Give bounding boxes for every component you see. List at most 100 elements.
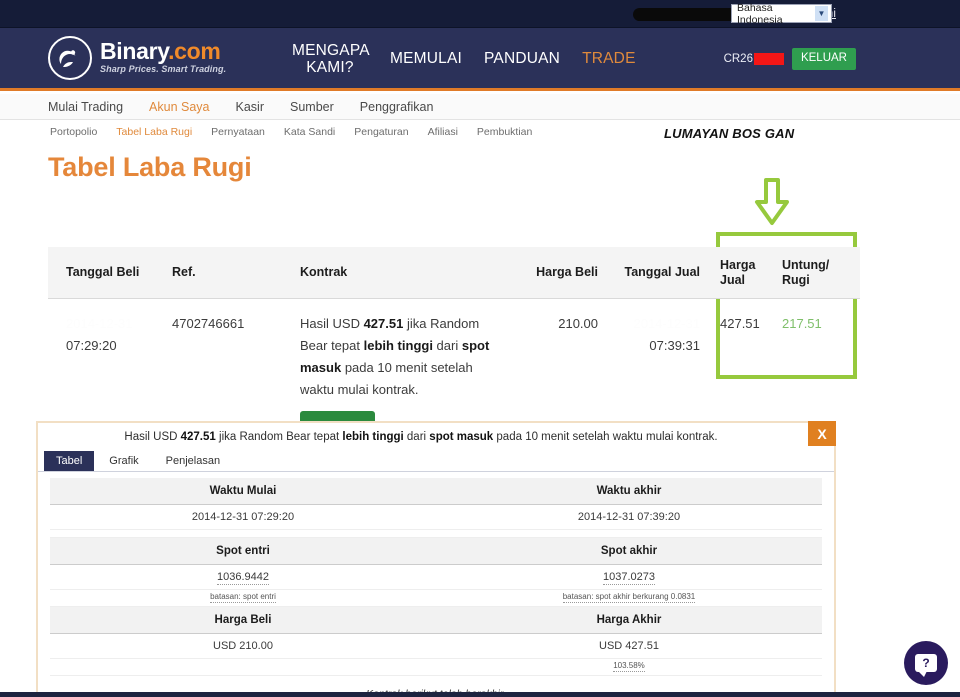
nav-item-panduan[interactable]: PANDUAN — [484, 50, 560, 68]
modal-title: Hasil USD 427.51 jika Random Bear tepat … — [38, 421, 836, 450]
modal-header-spot-akhir: Spot akhir — [600, 545, 658, 557]
brand-wordmark: Binary.com Sharp Prices. Smart Trading. — [100, 40, 226, 76]
account-id: CR26 — [723, 52, 784, 65]
modal-title-p1: Hasil USD — [124, 430, 181, 443]
modal-tab-bar: Tabel Grafik Penjelasan — [38, 450, 834, 472]
cell-kontrak-amount: 427.51 — [363, 316, 404, 331]
tertiary-navigation: Portopolio Tabel Laba Rugi Pernyataan Ka… — [0, 121, 960, 143]
subnav-item-akun-saya[interactable]: Akun Saya — [149, 100, 209, 114]
account-id-text: CR26 — [723, 52, 753, 65]
modal-value-spot: 1036.9442 1037.0273 — [50, 565, 822, 590]
subnav-item-penggrafikan[interactable]: Penggrafikan — [360, 100, 434, 114]
chevron-down-icon: ▼ — [815, 6, 828, 21]
table-header-ref: Ref. — [172, 265, 196, 279]
page-title: Tabel Laba Rugi — [48, 152, 252, 182]
cell-kontrak-p1: Hasil USD — [300, 316, 364, 331]
subnav-item-sumber[interactable]: Sumber — [290, 100, 334, 114]
table-header-untung-rugi-l2: Rugi — [782, 272, 810, 287]
modal-header-spot-entri: Spot entri — [216, 545, 270, 557]
main-navigation: MENGAPA KAMI? MEMULAI PANDUAN TRADE — [292, 42, 636, 76]
annotation-note: LUMAYAN BOS GAN — [664, 126, 795, 141]
tertnav-item-afiliasi[interactable]: Afiliasi — [428, 126, 458, 138]
modal-header-waktu-akhir: Waktu akhir — [596, 485, 662, 497]
table-header-harga-beli: Harga Beli — [536, 265, 598, 279]
binary-logo-icon — [48, 36, 92, 80]
modal-title-p3: dari — [403, 430, 430, 443]
modal-header-spot: Spot entri Spot akhir — [50, 538, 822, 565]
tertnav-item-tabel-laba-rugi[interactable]: Tabel Laba Rugi — [116, 126, 192, 138]
subnav-item-kasir[interactable]: Kasir — [236, 100, 264, 114]
modal-body: Waktu Mulai Waktu akhir 2014-12-31 07:29… — [38, 472, 834, 697]
account-area: CR26 KELUAR — [724, 48, 856, 70]
cell-kontrak-p3: dari — [432, 338, 462, 353]
redacted-black-bar — [632, 8, 745, 21]
table-header-harga-jual: Harga Jual — [714, 258, 776, 288]
help-button[interactable]: ? — [904, 641, 948, 685]
modal-value-harga-beli: USD 210.00 — [213, 640, 273, 652]
modal-title-p4: pada 10 menit setelah waktu mulai kontra… — [493, 430, 718, 443]
table-header-harga-jual-l1: Harga — [720, 257, 756, 272]
modal-header-harga-akhir: Harga Akhir — [596, 614, 662, 626]
top-utility-bar: Hubungi Kami Bahasa Indonesia ▼ — [0, 0, 960, 28]
annotation-down-arrow-icon — [752, 178, 792, 231]
cell-tanggal-beli-date: 2014-12-31 — [66, 316, 133, 331]
brand-name-main: Binary — [100, 38, 169, 64]
cell-tanggal-jual-date: 2014-12-31 — [633, 316, 701, 331]
nav-item-mengapa-kami[interactable]: MENGAPA KAMI? — [292, 42, 370, 76]
modal-title-p2: jika Random Bear tepat — [215, 430, 343, 443]
nav-item-memulai[interactable]: MEMULAI — [390, 50, 462, 68]
modal-value-waktu-mulai: 2014-12-31 07:29:20 — [191, 511, 295, 523]
secondary-navigation: Mulai Trading Akun Saya Kasir Sumber Pen… — [0, 94, 960, 120]
cell-tanggal-beli-time: 07:29:20 — [66, 338, 117, 353]
tab-penjelasan[interactable]: Penjelasan — [154, 451, 232, 471]
tertnav-item-pengaturan[interactable]: Pengaturan — [354, 126, 408, 138]
tertnav-item-pernyataan[interactable]: Pernyataan — [211, 126, 265, 138]
cell-untung-rugi-value: 217.51 — [782, 316, 822, 331]
modal-title-higher: lebih tinggi — [342, 430, 404, 443]
contract-detail-modal: Hasil USD 427.51 jika Random Bear tepat … — [36, 421, 836, 697]
brand-name-tld: .com — [168, 38, 221, 64]
language-select[interactable]: Bahasa Indonesia ▼ — [731, 1, 832, 26]
close-icon[interactable]: X — [808, 421, 836, 446]
table-header-tanggal-beli: Tanggal Beli — [66, 265, 140, 279]
tab-grafik[interactable]: Grafik — [97, 451, 150, 471]
table-header-kontrak: Kontrak — [300, 265, 348, 279]
modal-value-waktu: 2014-12-31 07:29:20 2014-12-31 07:39:20 — [50, 505, 822, 530]
modal-header-harga: Harga Beli Harga Akhir — [50, 607, 822, 634]
modal-value-harga: USD 210.00 USD 427.51 — [50, 634, 822, 659]
modal-sub-waktu — [50, 530, 822, 538]
modal-value-harga-akhir: USD 427.51 — [599, 640, 659, 652]
bottom-strip — [0, 692, 960, 697]
tertnav-item-kata-sandi[interactable]: Kata Sandi — [284, 126, 335, 138]
logout-button[interactable]: KELUAR — [791, 48, 856, 70]
table-header-untung-rugi-l1: Untung/ — [782, 257, 830, 272]
help-question-icon: ? — [915, 654, 937, 677]
modal-value-waktu-akhir: 2014-12-31 07:39:20 — [577, 511, 681, 523]
tertnav-item-portopolio[interactable]: Portopolio — [50, 126, 97, 138]
modal-value-spot-akhir: 1037.0273 — [603, 571, 655, 585]
brand-logo[interactable]: Binary.com Sharp Prices. Smart Trading. — [48, 36, 226, 80]
nav-item-trade[interactable]: TRADE — [582, 50, 636, 68]
table-header-harga-jual-l2: Jual — [720, 272, 746, 287]
modal-header-waktu: Waktu Mulai Waktu akhir — [50, 478, 822, 505]
cell-kontrak-higher: lebih tinggi — [363, 338, 433, 353]
tertnav-item-pembuktian[interactable]: Pembuktian — [477, 126, 532, 138]
site-header: Binary.com Sharp Prices. Smart Trading. … — [0, 28, 960, 91]
table-header-tanggal-jual: Tanggal Jual — [624, 265, 700, 279]
language-select-value: Bahasa Indonesia — [737, 1, 783, 26]
subnav-item-mulai-trading[interactable]: Mulai Trading — [48, 100, 123, 114]
cell-tanggal-jual-time: 07:39:31 — [649, 338, 700, 353]
profit-table: Tanggal Beli Ref. Kontrak Harga Beli Tan… — [48, 247, 860, 444]
modal-sub-harga-percent: 103.58% — [613, 661, 645, 672]
tab-tabel[interactable]: Tabel — [44, 451, 95, 471]
table-header-row: Tanggal Beli Ref. Kontrak Harga Beli Tan… — [48, 247, 860, 299]
modal-title-amount: 427.51 — [180, 430, 216, 443]
modal-sub-spot-entri: batasan: spot entri — [210, 592, 276, 603]
table-header-untung-rugi: Untung/ Rugi — [776, 258, 852, 288]
modal-title-spot: spot masuk — [429, 430, 494, 443]
page-root: Hubungi Kami Bahasa Indonesia ▼ Binary.c… — [0, 0, 960, 697]
modal-header-waktu-mulai: Waktu Mulai — [209, 485, 277, 497]
modal-sub-harga: 103.58% — [50, 659, 822, 676]
modal-value-spot-entri: 1036.9442 — [217, 571, 269, 585]
modal-sub-spot-akhir: batasan: spot akhir berkurang 0.0831 — [562, 592, 696, 603]
